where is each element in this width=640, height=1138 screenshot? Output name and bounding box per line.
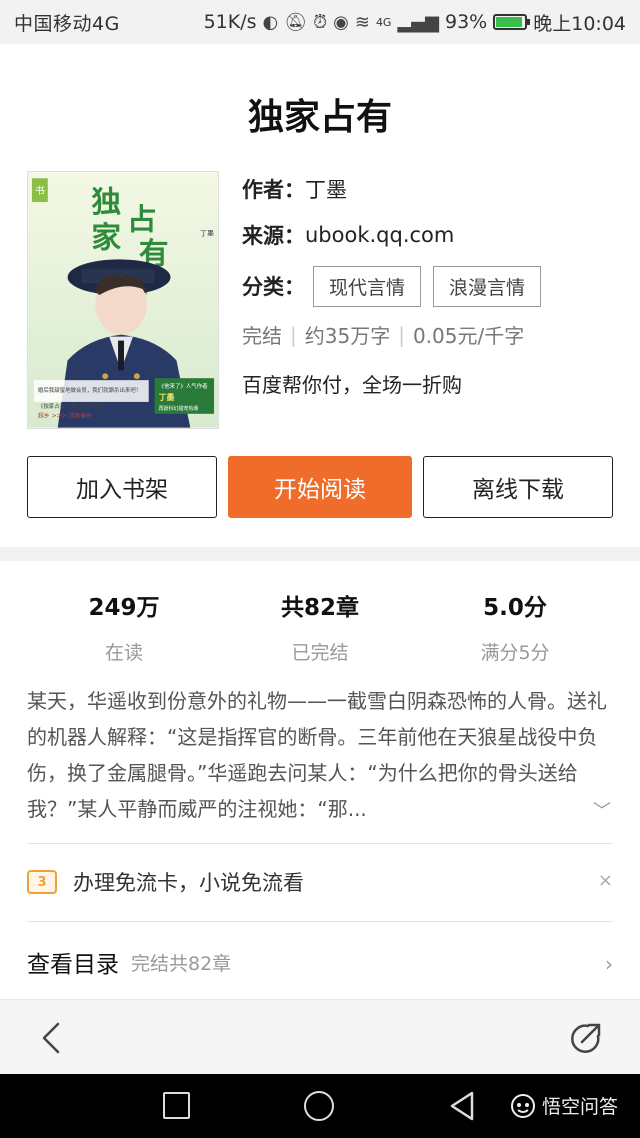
cover-title-char: 占	[127, 202, 157, 237]
chevron-right-icon: ›	[605, 952, 613, 976]
add-to-shelf-button[interactable]: 加入书架	[27, 456, 217, 518]
stat-label: 满分5分	[480, 642, 550, 664]
cover-blurb: 婚后我甜蜜地做会员，我们就厮杀出来吧！	[38, 386, 141, 394]
cover-title-char: 家	[91, 220, 121, 255]
free-data-card[interactable]: 3 办理免流卡，小说免流看 ×	[27, 862, 613, 902]
free-data-text: 办理免流卡，小说免流看	[73, 871, 304, 895]
stat-chapters: 共82章 已完结	[220, 588, 420, 665]
cover-author: 丁墨	[200, 230, 214, 238]
recent-apps-icon[interactable]	[163, 1092, 190, 1119]
page-title: 独家占有	[247, 97, 392, 138]
word-count: 约35万字	[304, 324, 391, 348]
source-value: ubook.qq.com	[305, 223, 455, 247]
stat-value: 共82章	[280, 595, 359, 621]
source-label: 来源：	[242, 224, 305, 248]
wifi-icon: ≋	[354, 11, 370, 33]
author-row: 作者： 丁墨	[242, 166, 622, 212]
offline-download-button[interactable]: 离线下载	[423, 456, 613, 518]
book-cover[interactable]: 书 独 家 占 有 丁墨 婚后我甜蜜地做会员，我们就厮杀出来吧！ 《独家占有》第…	[27, 171, 219, 429]
promo-text: 百度帮你付，全场一折购	[242, 373, 462, 397]
toc-subtitle: 完结共82章	[131, 952, 232, 975]
cover-title-char: 独	[91, 184, 121, 219]
sim-card-icon: 3	[27, 870, 57, 894]
share-icon[interactable]	[568, 1020, 604, 1056]
source-row: 来源： ubook.qq.com	[242, 212, 622, 258]
system-nav-bar: 悟空问答	[0, 1074, 640, 1138]
stat-readers: 249万 在读	[24, 588, 224, 665]
table-of-contents-row[interactable]: 查看目录 完结共82章 ›	[27, 942, 613, 982]
price: 0.05元/千字	[412, 324, 525, 348]
eye-icon: ◉	[333, 11, 349, 33]
hd-icon: ◐	[262, 11, 279, 33]
cover-illustration: 书 独 家 占 有 丁墨 婚后我甜蜜地做会员，我们就厮杀出来吧！ 《独家占有》第…	[28, 172, 218, 428]
stat-label: 在读	[104, 642, 143, 664]
cover-blurb: 《独家占有》第二部期待中	[38, 402, 103, 410]
author-label: 作者：	[242, 178, 305, 202]
book-meta: 完结 | 约35万字 | 0.05元/千字	[242, 320, 622, 349]
home-icon[interactable]	[304, 1091, 334, 1121]
cover-side-text: 丁墨	[159, 392, 175, 402]
net-speed: 51K/s	[203, 11, 257, 33]
nav-back-icon[interactable]	[448, 1090, 478, 1122]
divider	[27, 921, 613, 922]
cover-side-text: 《他来了》人气作者	[159, 382, 209, 390]
category-row: 分类： 现代言情 浪漫言情	[242, 258, 622, 314]
alarm-icon: ⏰︎	[313, 11, 328, 33]
cover-side-text: 再掀科幻甜宠热潮	[159, 405, 199, 412]
chevron-down-icon[interactable]: ﹀	[593, 797, 611, 823]
tag-romance[interactable]: 浪漫言情	[433, 265, 542, 307]
signal-label: 4G	[375, 15, 392, 29]
category-label: 分类：	[242, 275, 305, 299]
section-divider	[0, 547, 640, 561]
cover-badge: 书	[35, 185, 45, 197]
cover-blurb: 超乡 >>> 顶级番外	[38, 412, 92, 420]
watermark-text: 悟空问答	[542, 1096, 619, 1118]
back-arrow-icon[interactable]	[36, 1018, 66, 1058]
battery-icon	[493, 14, 531, 30]
toc-title: 查看目录	[27, 952, 119, 978]
status-badge: 完结	[242, 324, 282, 348]
book-info: 作者： 丁墨 来源： ubook.qq.com 分类： 现代言情 浪漫言情 完结…	[242, 166, 622, 398]
clock: 晚上10:04	[533, 12, 626, 35]
wukong-logo-icon	[511, 1093, 535, 1118]
author-name[interactable]: 丁墨	[305, 174, 347, 204]
stat-label: 已完结	[291, 642, 349, 664]
start-reading-button[interactable]: 开始阅读	[228, 456, 412, 518]
mute-icon: 🔕︎	[284, 11, 308, 33]
battery-percent: 93%	[445, 11, 488, 33]
status-bar: 中国移动4G 51K/s ◐ 🔕︎ ⏰︎ ◉ ≋ 4G ▂▄▆ 93% 晚上10…	[0, 0, 640, 44]
divider	[27, 843, 613, 844]
stat-value: 5.0分	[483, 595, 547, 621]
tag-modern-romance[interactable]: 现代言情	[313, 265, 422, 307]
carrier-label: 中国移动4G	[14, 12, 120, 35]
signal-icon: ▂▄▆	[397, 11, 439, 33]
synopsis-text[interactable]: 某天，华遥收到份意外的礼物——一截雪白阴森恐怖的人骨。送礼的机器人解释：“这是指…	[27, 683, 617, 827]
stat-score: 5.0分 满分5分	[415, 588, 615, 665]
watermark: 悟空问答	[510, 1092, 618, 1119]
bottom-app-bar	[0, 999, 640, 1074]
stat-value: 249万	[88, 595, 160, 621]
close-icon[interactable]: ×	[598, 870, 613, 891]
